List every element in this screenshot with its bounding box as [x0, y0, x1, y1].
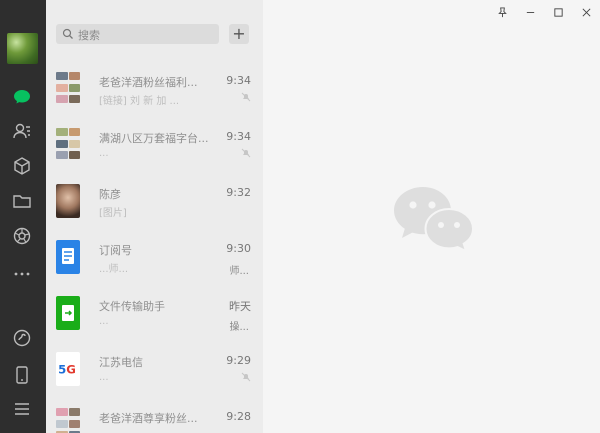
chat-title: 文件传输助手: [99, 300, 165, 313]
chat-title: 老爸洋酒尊享粉丝...: [99, 412, 198, 425]
list-item[interactable]: 5G 江苏电信 ... 9:29: [46, 340, 263, 396]
chat-icon[interactable]: [11, 86, 33, 108]
maximize-icon: [553, 7, 563, 17]
more-icon[interactable]: [11, 262, 33, 284]
chat-title: 订阅号: [99, 244, 132, 257]
add-button[interactable]: +: [229, 24, 249, 44]
chat-time: 9:34: [226, 130, 251, 143]
chat-title: 满湖八区万套福字台...: [99, 132, 209, 145]
chat-preview: ...: [99, 372, 109, 383]
chat-title: 老爸洋酒粉丝福利...: [99, 76, 198, 89]
list-item[interactable]: 文件传输助手 ... 昨天 操...: [46, 284, 263, 340]
svg-text:G: G: [66, 363, 76, 377]
chat-title: 陈彦: [99, 188, 121, 201]
window-controls: [488, 0, 600, 24]
svg-text:5: 5: [58, 363, 66, 377]
minimize-icon: [526, 11, 534, 13]
list-item[interactable]: 老爸洋酒尊享粉丝... 9:28: [46, 396, 263, 433]
chat-time: 9:30: [226, 242, 251, 255]
list-item[interactable]: 订阅号 ...师... 9:30 师...: [46, 228, 263, 284]
phone-icon[interactable]: [11, 364, 33, 386]
close-icon: [582, 8, 590, 16]
subscription-icon: [56, 240, 80, 274]
mute-icon: [241, 372, 251, 382]
chat-preview: ...: [99, 316, 109, 327]
list-item[interactable]: 陈彦 [图片] 9:32: [46, 172, 263, 228]
mini-program-icon[interactable]: [11, 327, 33, 349]
pin-button[interactable]: [488, 0, 516, 24]
wechat-logo-icon: [394, 187, 475, 253]
chat-time: 昨天: [229, 300, 251, 313]
mute-icon: [241, 92, 251, 102]
chat-snippet: 师...: [229, 266, 249, 277]
chat-snippet: 操...: [229, 322, 249, 333]
folder-icon[interactable]: [11, 190, 33, 212]
search-placeholder: 搜索: [78, 29, 100, 42]
contacts-icon[interactable]: [11, 120, 33, 142]
file-transfer-icon: [56, 296, 80, 330]
group-avatar: [56, 128, 80, 162]
chat-time: 9:28: [226, 410, 251, 423]
contact-avatar: [56, 184, 80, 218]
search-input[interactable]: 搜索: [56, 24, 219, 44]
chat-list-panel: 搜索 + 老爸洋酒粉丝福利... [链接] 刘 新 加 ... 9:34 满湖八…: [46, 0, 263, 433]
chat-time: 9:32: [226, 186, 251, 199]
chat-time: 9:34: [226, 74, 251, 87]
pin-icon: [497, 6, 507, 17]
moments-icon[interactable]: [11, 225, 33, 247]
chat-preview: ...师...: [99, 264, 129, 275]
sidebar-nav: [0, 0, 46, 433]
telecom-avatar: 5G: [56, 352, 80, 386]
group-avatar: [56, 72, 80, 106]
chat-preview: [链接] 刘 新 加 ...: [99, 96, 180, 107]
group-avatar: [56, 408, 80, 433]
list-item[interactable]: 满湖八区万套福字台... ... 9:34: [46, 116, 263, 172]
minimize-button[interactable]: [516, 0, 544, 24]
search-icon: [62, 28, 73, 39]
chat-preview: [图片]: [99, 208, 127, 219]
list-item[interactable]: 老爸洋酒粉丝福利... [链接] 刘 新 加 ... 9:34: [46, 60, 263, 116]
chat-preview: ...: [99, 148, 109, 159]
close-button[interactable]: [572, 0, 600, 24]
avatar[interactable]: [7, 33, 38, 64]
main-panel: [263, 0, 600, 433]
mute-icon: [241, 148, 251, 158]
favorites-icon[interactable]: [11, 155, 33, 177]
menu-icon[interactable]: [11, 398, 33, 420]
maximize-button[interactable]: [544, 0, 572, 24]
wechat-window: 搜索 + 老爸洋酒粉丝福利... [链接] 刘 新 加 ... 9:34 满湖八…: [0, 0, 600, 433]
chat-title: 江苏电信: [99, 356, 143, 369]
chat-time: 9:29: [226, 354, 251, 367]
